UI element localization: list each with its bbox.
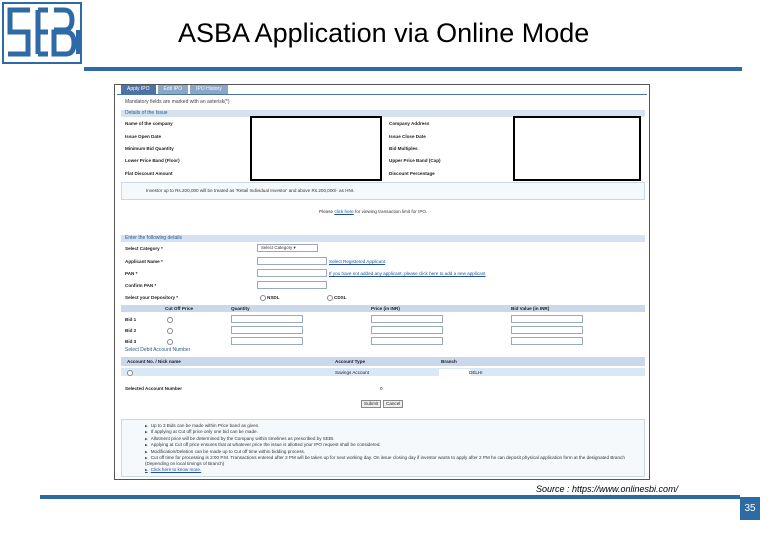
issue-label: Issue Open Date [125,134,161,139]
tab-apply-ipo[interactable]: Apply IPO [121,85,156,94]
top-divider [84,67,742,71]
sbi-ipo-form-screenshot: Apply IPO Edit IPO IPO History Mandatory… [114,84,650,480]
issue-label: Company Address [389,121,430,126]
issue-label: Issue Close Date [389,134,426,139]
issue-label: Lower Price Band (Floor) [125,158,180,163]
form-label: Select Category * [125,246,163,251]
issue-label: Upper Price Band (Cap) [389,158,441,163]
redacted-box [250,116,382,181]
applicant-name-input[interactable] [257,257,327,265]
investor-note: Investor up to Rs.200,000 will be treate… [146,188,355,193]
masked-branch-box [439,369,471,377]
cutoff-checkbox[interactable] [167,317,173,323]
radio-label: NSDL [267,295,280,300]
investor-note-box: Investor up to Rs.200,000 will be treate… [121,182,645,200]
cutoff-checkbox[interactable] [167,328,173,334]
bid-value-input[interactable] [511,315,583,323]
bid-value-input[interactable] [511,337,583,345]
instruction-item: Cut off time for processing is 2:00 P.M.… [145,455,635,467]
bid-value-input[interactable] [511,326,583,334]
form-label: PAN * [125,271,138,276]
mandatory-note: Mandatory fields are marked with an aste… [125,99,230,105]
click-here-link[interactable]: click here [334,209,353,214]
instructions-list: Up to 3 Bids can be made within Price ba… [145,423,635,473]
tab-bar: Apply IPO Edit IPO IPO History [121,85,228,94]
account-row[interactable]: Savings Account DELHI [121,368,645,377]
price-input[interactable] [371,337,443,345]
quantity-input[interactable] [231,315,303,323]
price-input[interactable] [371,315,443,323]
tab-edit-ipo[interactable]: Edit IPO [157,85,189,94]
pan-input[interactable] [257,269,327,277]
registered-applicant-link[interactable]: Select Registered Applicant [329,259,385,264]
slide-title: ASBA Application via Online Mode [178,18,590,48]
tab-ipo-history[interactable]: IPO History [190,85,228,94]
bid-label: Bid 1 [125,317,137,322]
price-input[interactable] [371,326,443,334]
category-select[interactable]: Select Category ▾ [257,244,318,252]
issue-label: Discount Percentage [389,171,435,176]
cutoff-checkbox[interactable] [167,339,173,345]
selected-account-value: 0 [380,386,383,391]
account-radio[interactable] [127,370,133,376]
selected-account-label: Selected Account Number [125,386,183,391]
redacted-box [513,116,641,181]
sebi-logo [2,2,82,64]
transaction-note: Please click here for viewing transactio… [319,209,428,214]
form-label: Applicant Name * [125,259,163,264]
debit-section-header: Select Debit Account Number [121,347,645,354]
confirm-pan-input[interactable] [257,281,327,289]
issue-label: Minimum Bid Quantity [125,146,174,151]
details-section-header: Enter the following details [121,235,645,242]
issue-label: Bid Multiples [389,146,418,151]
bid-table-header: Cut Off Price Quantity Price (in INR) Bi… [121,305,645,312]
quantity-input[interactable] [231,326,303,334]
form-label: Select your Depository * [125,295,179,300]
instruction-item[interactable]: Click here to know more. [145,467,635,473]
source-citation: Source : https://www.onlinesbi.com/ [536,484,679,494]
cdsl-radio[interactable] [327,295,333,301]
nsdl-radio[interactable] [260,295,266,301]
tab-divider [117,94,647,95]
cancel-button[interactable]: Cancel [383,400,404,408]
issue-label: Flat Discount Amount [125,171,173,176]
bid-label: Bid 2 [125,328,137,333]
submit-button[interactable]: Submit [361,400,382,408]
bid-label: Bid 3 [125,339,137,344]
bottom-divider [40,495,740,499]
new-applicant-link[interactable]: If you have not added any applicant, ple… [329,271,486,276]
issue-label: Name of the company [125,121,173,126]
radio-label: CDSL [334,295,347,300]
account-table-header: Account No. / Nick name Account Type Bra… [121,357,645,366]
page-number: 35 [740,497,760,520]
quantity-input[interactable] [231,337,303,345]
form-label: Confirm PAN * [125,283,157,288]
